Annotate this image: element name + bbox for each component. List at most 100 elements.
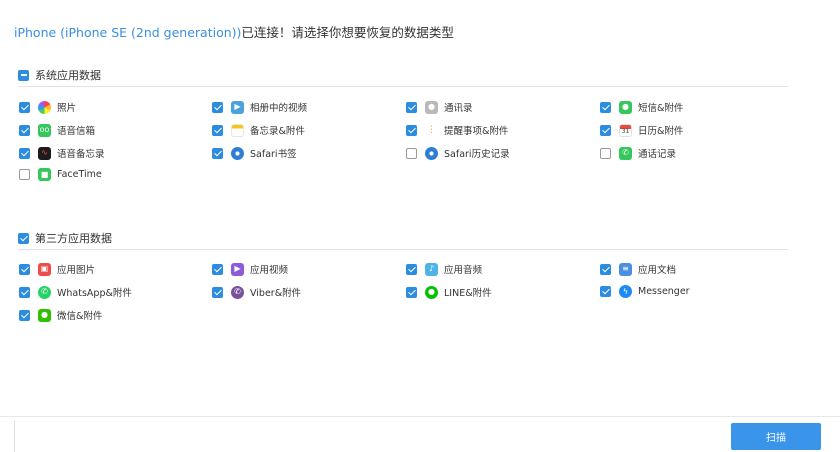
option-reminders[interactable]: ⋮ 提醒事项&附件 [406, 123, 508, 137]
option-messenger[interactable]: ϟ Messenger [600, 285, 690, 298]
option-calendar[interactable]: 31 日历&附件 [600, 123, 683, 137]
option-safari-bookmarks[interactable]: Safari书签 [212, 146, 297, 160]
option-app-audio[interactable]: ♪ 应用音频 [406, 262, 482, 276]
wechat-checkbox[interactable] [19, 309, 30, 321]
contacts-checkbox[interactable] [406, 101, 417, 113]
option-label: 日历&附件 [638, 126, 684, 137]
option-messages[interactable]: ● 短信&附件 [600, 100, 683, 114]
option-label: WhatsApp&附件 [57, 288, 132, 299]
option-facetime[interactable]: ■ FaceTime [19, 168, 102, 181]
album-videos-checkbox[interactable] [212, 101, 223, 113]
connection-prompt: 已连接！请选择你想要恢复的数据类型 [241, 25, 454, 40]
app-video-icon: ▶ [231, 262, 244, 276]
option-label: 备忘录&附件 [250, 126, 305, 137]
app-audio-checkbox[interactable] [406, 263, 417, 275]
device-name: iPhone (iPhone SE (2nd generation)) [14, 25, 242, 40]
footer-separator [14, 420, 15, 452]
option-app-documents[interactable]: ≡ 应用文档 [600, 262, 676, 276]
option-safari-history[interactable]: Safari历史记录 [406, 146, 510, 160]
option-label: FaceTime [57, 169, 102, 180]
option-notes[interactable]: 备忘录&附件 [212, 123, 305, 137]
option-label: 语音信箱 [57, 126, 96, 137]
option-line[interactable]: ● LINE&附件 [406, 285, 492, 299]
option-app-videos[interactable]: ▶ 应用视频 [212, 262, 288, 276]
option-album-videos[interactable]: ▶ 相册中的视频 [212, 100, 307, 114]
option-call-history[interactable]: ✆ 通话记录 [600, 146, 676, 160]
voice-memos-icon: ∿ [38, 146, 51, 160]
third-party-section-header[interactable]: 第三方应用数据 [18, 230, 112, 246]
option-label: 语音备忘录 [57, 149, 105, 160]
connection-title: iPhone (iPhone SE (2nd generation))已连接！请… [14, 25, 454, 41]
whatsapp-icon: ✆ [38, 285, 51, 299]
option-label: 应用文档 [638, 265, 677, 276]
reminders-icon: ⋮ [425, 123, 438, 137]
contacts-icon: ● [425, 100, 438, 114]
option-label: Messenger [638, 286, 690, 297]
safari-icon [231, 146, 244, 160]
option-label: 通讯录 [444, 103, 473, 114]
whatsapp-checkbox[interactable] [19, 286, 30, 298]
option-label: LINE&附件 [444, 288, 492, 299]
option-photos[interactable]: 照片 [19, 100, 76, 114]
option-viber[interactable]: ✆ Viber&附件 [212, 285, 301, 299]
notes-checkbox[interactable] [212, 124, 223, 136]
video-album-icon: ▶ [231, 100, 244, 114]
voicemail-icon: oo [38, 123, 51, 137]
option-contacts[interactable]: ● 通讯录 [406, 100, 473, 114]
option-wechat[interactable]: ● 微信&附件 [19, 308, 102, 322]
photos-icon [38, 100, 51, 114]
option-label: 短信&附件 [638, 103, 684, 114]
calendar-checkbox[interactable] [600, 124, 611, 136]
reminders-checkbox[interactable] [406, 124, 417, 136]
option-label: 通话记录 [638, 149, 677, 160]
option-label: Viber&附件 [250, 288, 302, 299]
app-videos-checkbox[interactable] [212, 263, 223, 275]
app-photos-checkbox[interactable] [19, 263, 30, 275]
line-checkbox[interactable] [406, 286, 417, 298]
option-label: Safari历史记录 [444, 149, 510, 160]
app-audio-icon: ♪ [425, 262, 438, 276]
line-icon: ● [425, 285, 438, 299]
option-voice-memos[interactable]: ∿ 语音备忘录 [19, 146, 105, 160]
phone-icon: ✆ [619, 146, 632, 160]
option-label: 应用图片 [57, 265, 96, 276]
option-label: Safari书签 [250, 149, 297, 160]
calendar-icon: 31 [619, 123, 632, 137]
third-party-section-divider [18, 249, 788, 250]
footer-divider [0, 416, 840, 417]
viber-checkbox[interactable] [212, 286, 223, 298]
option-label: 微信&附件 [57, 311, 103, 322]
safari-history-checkbox[interactable] [406, 147, 417, 159]
option-label: 应用音频 [444, 265, 483, 276]
option-label: 提醒事项&附件 [444, 126, 509, 137]
app-documents-checkbox[interactable] [600, 263, 611, 275]
viber-icon: ✆ [231, 285, 244, 299]
option-whatsapp[interactable]: ✆ WhatsApp&附件 [19, 285, 132, 299]
third-party-section-checkbox[interactable] [18, 232, 29, 244]
photos-checkbox[interactable] [19, 101, 30, 113]
facetime-checkbox[interactable] [19, 169, 30, 180]
messenger-icon: ϟ [619, 285, 632, 298]
voice-memos-checkbox[interactable] [19, 147, 30, 159]
option-app-photos[interactable]: ▣ 应用图片 [19, 262, 95, 276]
notes-icon [231, 123, 244, 137]
messages-checkbox[interactable] [600, 101, 611, 113]
system-section-header[interactable]: 系统应用数据 [18, 67, 101, 83]
voicemail-checkbox[interactable] [19, 124, 30, 136]
option-label: 应用视频 [250, 265, 289, 276]
system-section-label: 系统应用数据 [35, 69, 101, 82]
system-section-checkbox[interactable] [18, 69, 29, 81]
messenger-checkbox[interactable] [600, 286, 611, 297]
safari-bookmarks-checkbox[interactable] [212, 147, 223, 159]
system-section-divider [18, 86, 788, 87]
app-documents-icon: ≡ [619, 262, 632, 276]
option-voicemail[interactable]: oo 语音信箱 [19, 123, 95, 137]
wechat-icon: ● [38, 308, 51, 322]
option-label: 照片 [57, 103, 77, 114]
option-label: 相册中的视频 [250, 103, 308, 114]
messages-icon: ● [619, 100, 632, 114]
third-party-section-label: 第三方应用数据 [35, 232, 112, 245]
scan-button[interactable]: 扫描 [731, 423, 821, 450]
call-history-checkbox[interactable] [600, 147, 611, 159]
facetime-icon: ■ [38, 168, 51, 181]
